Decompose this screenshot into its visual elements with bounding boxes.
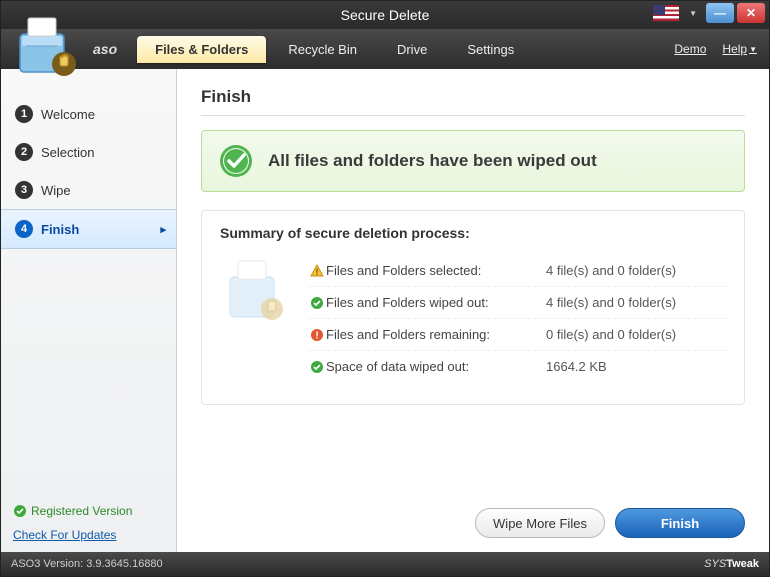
window-title: Secure Delete [341,7,430,23]
divider [201,115,745,116]
version-label: ASO3 Version: 3.9.3645.16880 [11,558,163,570]
success-check-icon [218,143,254,179]
check-updates-link[interactable]: Check For Updates [13,528,164,542]
statusbar: ASO3 Version: 3.9.3645.16880 SYSTweak [1,552,769,576]
summary-row-remaining: ! Files and Folders remaining: 0 file(s)… [308,319,726,351]
demo-link[interactable]: Demo [674,42,706,56]
step-number: 4 [15,220,33,238]
titlebar: Secure Delete ▼ — ✕ [1,1,769,29]
top-toolbar: aso Files & Folders Recycle Bin Drive Se… [1,29,769,69]
tab-recycle-bin[interactable]: Recycle Bin [270,36,375,63]
step-label: Selection [41,145,94,160]
app-shredder-icon [8,12,82,86]
shredder-icon [220,255,290,329]
warning-icon: ! [310,264,324,278]
finish-button[interactable]: Finish [615,508,745,538]
app-window: Secure Delete ▼ — ✕ aso Files & Folders … [0,0,770,577]
registered-version-label: Registered Version [13,504,164,518]
step-number: 3 [15,181,33,199]
success-banner: All files and folders have been wiped ou… [201,130,745,192]
step-label: Welcome [41,107,95,122]
systweak-logo: SYSTweak [704,558,759,570]
error-icon: ! [310,328,324,342]
check-icon [310,296,324,310]
close-button[interactable]: ✕ [737,3,765,23]
help-menu[interactable]: Help▼ [722,42,757,56]
success-message: All files and folders have been wiped ou… [268,151,597,171]
wizard-sidebar: 1 Welcome 2 Selection 3 Wipe 4 Finish Re… [1,69,177,552]
wipe-more-files-button[interactable]: Wipe More Files [475,508,605,538]
summary-row-space: Space of data wiped out: 1664.2 KB [308,351,726,382]
footer-buttons: Wipe More Files Finish [201,494,745,538]
step-label: Finish [41,222,79,237]
tab-drive[interactable]: Drive [379,36,445,63]
language-dropdown-arrow-icon[interactable]: ▼ [689,9,697,18]
chevron-down-icon: ▼ [749,45,757,54]
step-welcome[interactable]: 1 Welcome [1,95,176,133]
page-heading: Finish [201,87,745,107]
main-panel: Finish All files and folders have been w… [177,69,769,552]
svg-text:!: ! [316,267,319,277]
step-label: Wipe [41,183,71,198]
step-number: 1 [15,105,33,123]
step-wipe[interactable]: 3 Wipe [1,171,176,209]
summary-row-wiped: Files and Folders wiped out: 4 file(s) a… [308,287,726,319]
minimize-button[interactable]: — [706,3,734,23]
tab-settings[interactable]: Settings [449,36,532,63]
summary-title: Summary of secure deletion process: [220,225,726,241]
brand-label: aso [93,41,117,57]
step-number: 2 [15,143,33,161]
check-icon [310,360,324,374]
svg-text:!: ! [315,330,318,341]
step-selection[interactable]: 2 Selection [1,133,176,171]
summary-box: Summary of secure deletion process: ! Fi… [201,210,745,405]
summary-row-selected: ! Files and Folders selected: 4 file(s) … [308,255,726,287]
step-finish[interactable]: 4 Finish [1,209,176,249]
tab-files-folders[interactable]: Files & Folders [137,36,266,63]
check-circle-icon [13,504,27,518]
language-flag-icon[interactable] [652,4,680,22]
